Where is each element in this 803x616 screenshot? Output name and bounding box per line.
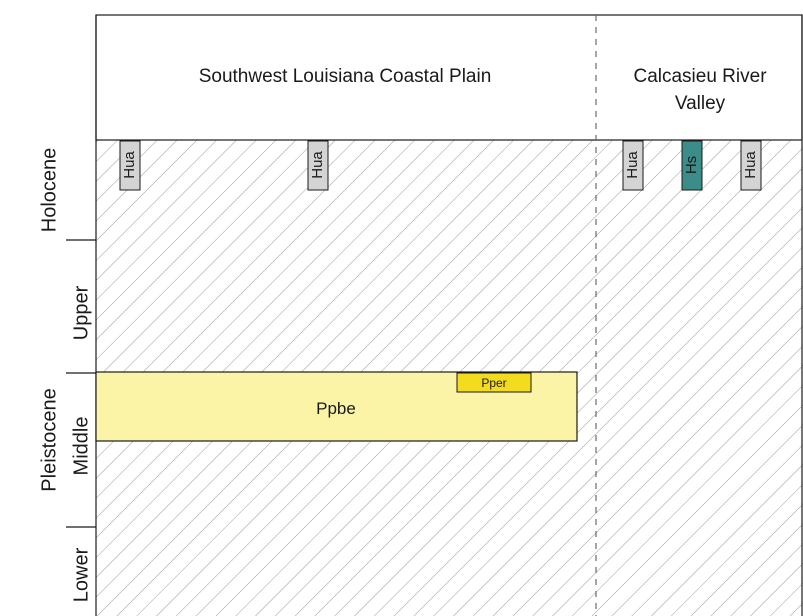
hua-unit-2-label: Hua	[309, 151, 326, 179]
lower-label: Lower	[70, 547, 92, 602]
right-column-title-line2: Valley	[675, 93, 726, 114]
correlation-diagram: Southwest Louisiana Coastal Plain Calcas…	[38, 14, 803, 616]
holocene-label: Holocene	[38, 148, 60, 233]
pleistocene-label: Pleistocene	[38, 388, 60, 491]
upper-label: Upper	[70, 285, 92, 340]
hua-unit-3-label: Hua	[624, 151, 641, 179]
pper-unit-label: Pper	[481, 376, 506, 390]
hua-unit-4-label: Hua	[742, 151, 759, 179]
middle-label: Middle	[70, 417, 92, 476]
hua-unit-4: Hua	[740, 140, 762, 191]
hua-unit-2: Hua	[307, 140, 329, 191]
hs-unit: Hs	[681, 140, 703, 191]
pper-unit: Pper	[456, 372, 532, 393]
hua-unit-3: Hua	[622, 140, 644, 191]
right-column-title-line1: Calcasieu River	[633, 66, 767, 87]
hs-unit-label: Hs	[683, 156, 700, 174]
ppbe-unit-label: Ppbe	[316, 399, 356, 418]
left-column-title: Southwest Louisiana Coastal Plain	[199, 66, 492, 87]
hua-unit-1-label: Hua	[121, 151, 138, 179]
hua-unit-1: Hua	[119, 140, 141, 191]
